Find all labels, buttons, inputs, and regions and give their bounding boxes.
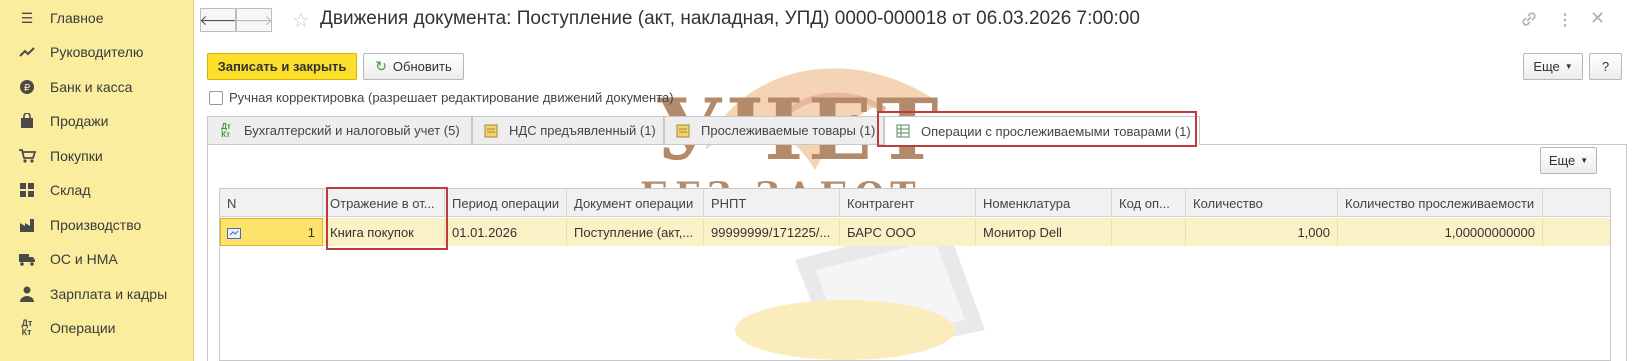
- table-row[interactable]: 1 Книга покупок 01.01.2026 Поступление (…: [220, 218, 1610, 246]
- forward-button[interactable]: 🡒: [235, 8, 273, 32]
- manual-edit-checkbox[interactable]: [209, 91, 223, 105]
- page-title: Движения документа: Поступление (акт, на…: [320, 8, 1140, 29]
- bag-icon: [18, 112, 36, 130]
- column-header-nomenclature[interactable]: Номенклатура: [976, 189, 1112, 217]
- sidebar-item-production[interactable]: Производство: [0, 207, 194, 243]
- refresh-button[interactable]: ↻ Обновить: [363, 53, 464, 80]
- column-header-n[interactable]: N: [220, 189, 323, 217]
- sidebar-item-bank[interactable]: ₽ Банк и касса: [0, 69, 194, 105]
- svg-text:₽: ₽: [24, 83, 31, 94]
- cell-n[interactable]: 1: [220, 218, 323, 246]
- sidebar-item-sales[interactable]: Продажи: [0, 103, 194, 139]
- sidebar-item-label: Банк и касса: [50, 79, 133, 95]
- tab-label: Бухгалтерский и налоговый учет (5): [244, 123, 460, 138]
- sidebar-item-salary[interactable]: Зарплата и кадры: [0, 276, 194, 312]
- sidebar-item-label: Зарплата и кадры: [50, 286, 168, 302]
- cell-trace-quantity[interactable]: 1,00000000000: [1338, 218, 1543, 246]
- chevron-down-icon: ▼: [1564, 62, 1573, 71]
- trend-icon: [18, 43, 36, 61]
- column-header-document[interactable]: Документ операции: [567, 189, 704, 217]
- column-header-period[interactable]: Период операции: [445, 189, 567, 217]
- close-icon[interactable]: ✕: [1590, 8, 1605, 29]
- coin-icon: ₽: [18, 78, 36, 96]
- refresh-label: Обновить: [392, 59, 452, 74]
- warehouse-icon: [18, 181, 36, 199]
- favorite-star-icon[interactable]: ☆: [292, 8, 310, 33]
- cell-quantity[interactable]: 1,000: [1186, 218, 1338, 246]
- tab-traceable-operations[interactable]: Операции с прослеживаемыми товарами (1): [884, 116, 1200, 145]
- column-header-counterparty[interactable]: Контрагент: [840, 189, 976, 217]
- column-header-trace-quantity[interactable]: Количество прослеживаемости: [1338, 189, 1543, 217]
- sidebar-item-label: Производство: [50, 217, 142, 233]
- tab-vat[interactable]: НДС предъявленный (1): [472, 116, 664, 144]
- row-icon: [227, 227, 241, 242]
- sidebar-item-label: Склад: [50, 182, 91, 198]
- truck-icon: [18, 250, 36, 268]
- movements-table: N Отражение в от... Период операции Доку…: [219, 188, 1611, 361]
- cell-reflection[interactable]: Книга покупок: [323, 218, 445, 246]
- cart-icon: [18, 147, 36, 165]
- sidebar-item-label: Главное: [50, 10, 104, 26]
- tab-accounting[interactable]: Дт Кт Бухгалтерский и налоговый учет (5): [207, 116, 472, 144]
- sidebar-item-fixed-assets[interactable]: ОС и НМА: [0, 241, 194, 277]
- chevron-down-icon: ▼: [1580, 156, 1589, 165]
- back-button[interactable]: 🡐: [199, 8, 237, 32]
- column-header-quantity[interactable]: Количество: [1186, 189, 1338, 217]
- dt-kt-icon: Дт Кт: [21, 318, 33, 337]
- register-icon: [483, 123, 499, 139]
- more-label: Еще: [1533, 59, 1560, 74]
- cell-code[interactable]: [1112, 218, 1186, 246]
- register-icon: [675, 123, 691, 139]
- save-close-button[interactable]: Записать и закрыть: [207, 53, 357, 80]
- column-header-code[interactable]: Код оп...: [1112, 189, 1186, 217]
- sidebar-item-label: Руководителю: [50, 44, 144, 60]
- arrow-left-icon: 🡐: [199, 11, 237, 28]
- column-header-rnpt[interactable]: РНПТ: [704, 189, 840, 217]
- refresh-icon: ↻: [375, 58, 387, 74]
- cell-counterparty[interactable]: БАРС ООО: [840, 218, 976, 246]
- manual-edit-label: Ручная корректировка (разрешает редактир…: [229, 90, 674, 105]
- more-vertical-icon[interactable]: ⋮: [1557, 10, 1573, 30]
- tab-traceable-goods[interactable]: Прослеживаемые товары (1): [664, 116, 884, 144]
- row-number: 1: [307, 224, 315, 240]
- main-area: УЧЕТ БЕЗ ЗАБОТ 🡐 🡒 ☆ Движения документа:…: [195, 0, 1637, 361]
- cell-nomenclature[interactable]: Монитор Dell: [976, 218, 1112, 246]
- tab-label: НДС предъявленный (1): [509, 123, 656, 138]
- app-window: ☰ Главное Руководителю ₽ Банк и касса Пр…: [0, 0, 1637, 361]
- cell-document[interactable]: Поступление (акт,...: [567, 218, 704, 246]
- sidebar-item-main[interactable]: ☰ Главное: [0, 0, 194, 36]
- sidebar-item-label: Продажи: [50, 113, 109, 129]
- sidebar-item-purchases[interactable]: Покупки: [0, 138, 194, 174]
- sidebar-item-warehouse[interactable]: Склад: [0, 172, 194, 208]
- factory-icon: [18, 216, 36, 234]
- arrow-right-icon: 🡒: [235, 11, 273, 28]
- cell-period[interactable]: 01.01.2026: [445, 218, 567, 246]
- menu-icon: ☰: [20, 9, 34, 26]
- sidebar: ☰ Главное Руководителю ₽ Банк и касса Пр…: [0, 0, 194, 361]
- cell-rnpt[interactable]: 99999999/171225/...: [704, 218, 840, 246]
- more-button[interactable]: Еще ▼: [1523, 53, 1583, 80]
- person-icon: [18, 285, 36, 303]
- sidebar-item-label: ОС и НМА: [50, 251, 118, 267]
- tab-label: Операции с прослеживаемыми товарами (1): [921, 123, 1191, 139]
- help-button[interactable]: ?: [1589, 53, 1622, 80]
- sidebar-item-label: Операции: [50, 320, 116, 336]
- sidebar-item-manager[interactable]: Руководителю: [0, 34, 194, 70]
- table-header: N Отражение в от... Период операции Доку…: [220, 189, 1610, 217]
- more-label: Еще: [1548, 153, 1576, 168]
- sidebar-item-label: Покупки: [50, 148, 103, 164]
- column-header-reflection[interactable]: Отражение в от...: [323, 189, 445, 217]
- tab-label: Прослеживаемые товары (1): [701, 123, 876, 138]
- sidebar-item-operations[interactable]: Дт Кт Операции: [0, 310, 194, 346]
- table-more-button[interactable]: Еще ▼: [1540, 147, 1597, 174]
- table-icon: [895, 123, 911, 139]
- dt-kt-icon: Дт Кт: [221, 121, 231, 139]
- link-icon[interactable]: [1520, 10, 1538, 33]
